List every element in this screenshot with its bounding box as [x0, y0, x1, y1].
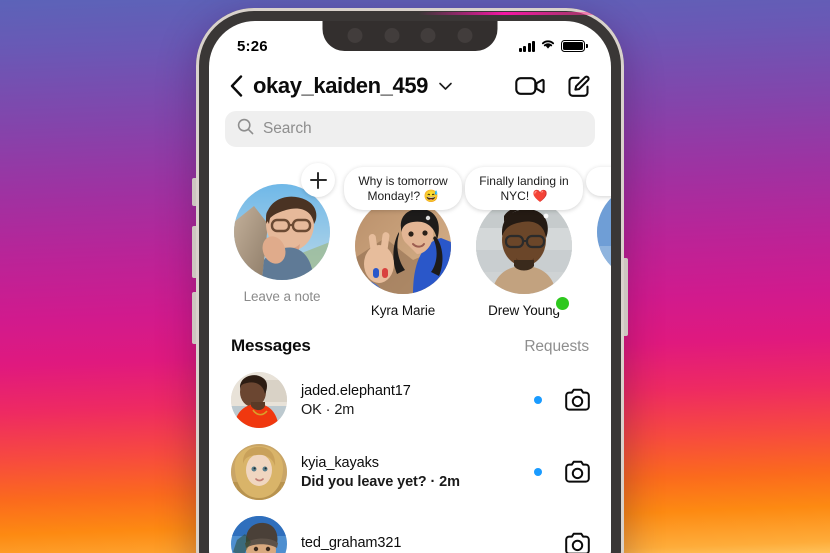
avatar[interactable]	[234, 184, 330, 280]
avatar-image-woman-peace-sign-blue-jacket	[355, 198, 451, 294]
avatar[interactable]	[231, 516, 287, 553]
status-bar: 5:26	[209, 21, 611, 65]
avatar[interactable]	[476, 198, 572, 294]
plus-icon[interactable]	[301, 163, 335, 197]
message-list: jaded.elephant17 OK · 2m kyia_kayaks Did…	[209, 358, 611, 553]
note-name: Kyra Marie	[370, 303, 436, 318]
camera-icon[interactable]	[564, 532, 591, 553]
avatar-image-man-glasses-tan-shirt	[476, 198, 572, 294]
wifi-icon	[540, 37, 556, 55]
note-name: Leave a note	[243, 289, 321, 304]
messages-section-header: Messages Requests	[209, 322, 611, 358]
note-bubble[interactable]: Ga w	[586, 167, 611, 196]
unread-dot	[534, 396, 542, 404]
status-icons	[518, 37, 588, 55]
note-bubble[interactable]: Why is tomorrow Monday!? 😅	[344, 167, 462, 210]
table-row[interactable]: ted_graham321	[209, 508, 611, 553]
status-time: 5:26	[237, 37, 268, 55]
back-button[interactable]	[225, 75, 247, 97]
unread-dot	[534, 468, 542, 476]
inbox-header: okay_kaiden_459	[209, 65, 611, 109]
search-icon	[237, 118, 254, 140]
camera-icon[interactable]	[564, 388, 591, 412]
power-button[interactable]	[623, 258, 628, 336]
mute-switch[interactable]	[192, 178, 197, 206]
avatar-image-man-glasses-blue-sky	[234, 184, 330, 280]
page-title[interactable]: okay_kaiden_459	[253, 73, 428, 99]
note-item-drew-young[interactable]: Finally landing in NYC! ❤️ Drew Young	[465, 167, 583, 318]
table-row[interactable]: kyia_kayaks Did you leave yet? · 2m	[209, 436, 611, 508]
search-container: Search	[209, 109, 611, 153]
message-preview: OK · 2m	[301, 401, 355, 418]
phone-screen: 5:26 okay_kaiden_459 Search Leave a note…	[209, 21, 611, 553]
message-username: kyia_kayaks	[301, 454, 379, 471]
note-item-jae[interactable]: Ga w Jae	[586, 167, 611, 304]
avatar-image-man-beanie-blue-sky	[231, 516, 287, 553]
message-username: jaded.elephant17	[301, 382, 411, 399]
avatar[interactable]	[597, 184, 611, 280]
note-bubble[interactable]: Finally landing in NYC! ❤️	[465, 167, 583, 210]
messages-title: Messages	[231, 336, 311, 355]
avatar[interactable]	[231, 444, 287, 500]
screenshot-stage: 5:26 okay_kaiden_459 Search Leave a note…	[0, 0, 830, 553]
table-row[interactable]: jaded.elephant17 OK · 2m	[209, 364, 611, 436]
avatar-image-person-blue-background	[597, 184, 611, 280]
notes-tray[interactable]: Leave a note Why is tomorrow Monday!? 😅	[209, 153, 611, 322]
note-name: Drew Young	[488, 303, 560, 318]
message-preview: Did you leave yet? · 2m	[301, 473, 460, 490]
volume-up-button[interactable]	[192, 226, 197, 278]
chevron-down-icon[interactable]	[438, 81, 453, 91]
message-text: ted_graham321	[301, 535, 520, 553]
online-status-dot	[553, 294, 572, 313]
avatar-image-man-red-shirt-profile	[231, 372, 287, 428]
header-actions	[515, 74, 591, 98]
requests-link[interactable]: Requests	[524, 338, 589, 356]
battery-full-icon	[561, 40, 588, 52]
note-item-leave-a-note[interactable]: Leave a note	[231, 163, 335, 304]
note-item-kyra-marie[interactable]: Why is tomorrow Monday!? 😅 Kyra Marie	[344, 167, 462, 318]
avatar[interactable]	[355, 198, 451, 294]
message-username: ted_graham321	[301, 534, 402, 551]
message-text: jaded.elephant17 OK · 2m	[301, 383, 520, 418]
avatar[interactable]	[231, 372, 287, 428]
signal-bars-icon	[518, 40, 535, 52]
search-input[interactable]: Search	[225, 111, 595, 147]
avatar-image-woman-blonde-curly-hair	[231, 444, 287, 500]
message-row-actions	[534, 460, 591, 484]
search-placeholder: Search	[263, 120, 312, 137]
message-row-actions	[534, 388, 591, 412]
video-camera-icon[interactable]	[515, 75, 545, 97]
phone-device: 5:26 okay_kaiden_459 Search Leave a note…	[192, 8, 628, 553]
compose-pencil-icon[interactable]	[567, 74, 591, 98]
message-row-actions	[534, 532, 591, 553]
volume-down-button[interactable]	[192, 292, 197, 344]
camera-icon[interactable]	[564, 460, 591, 484]
message-text: kyia_kayaks Did you leave yet? · 2m	[301, 455, 520, 490]
